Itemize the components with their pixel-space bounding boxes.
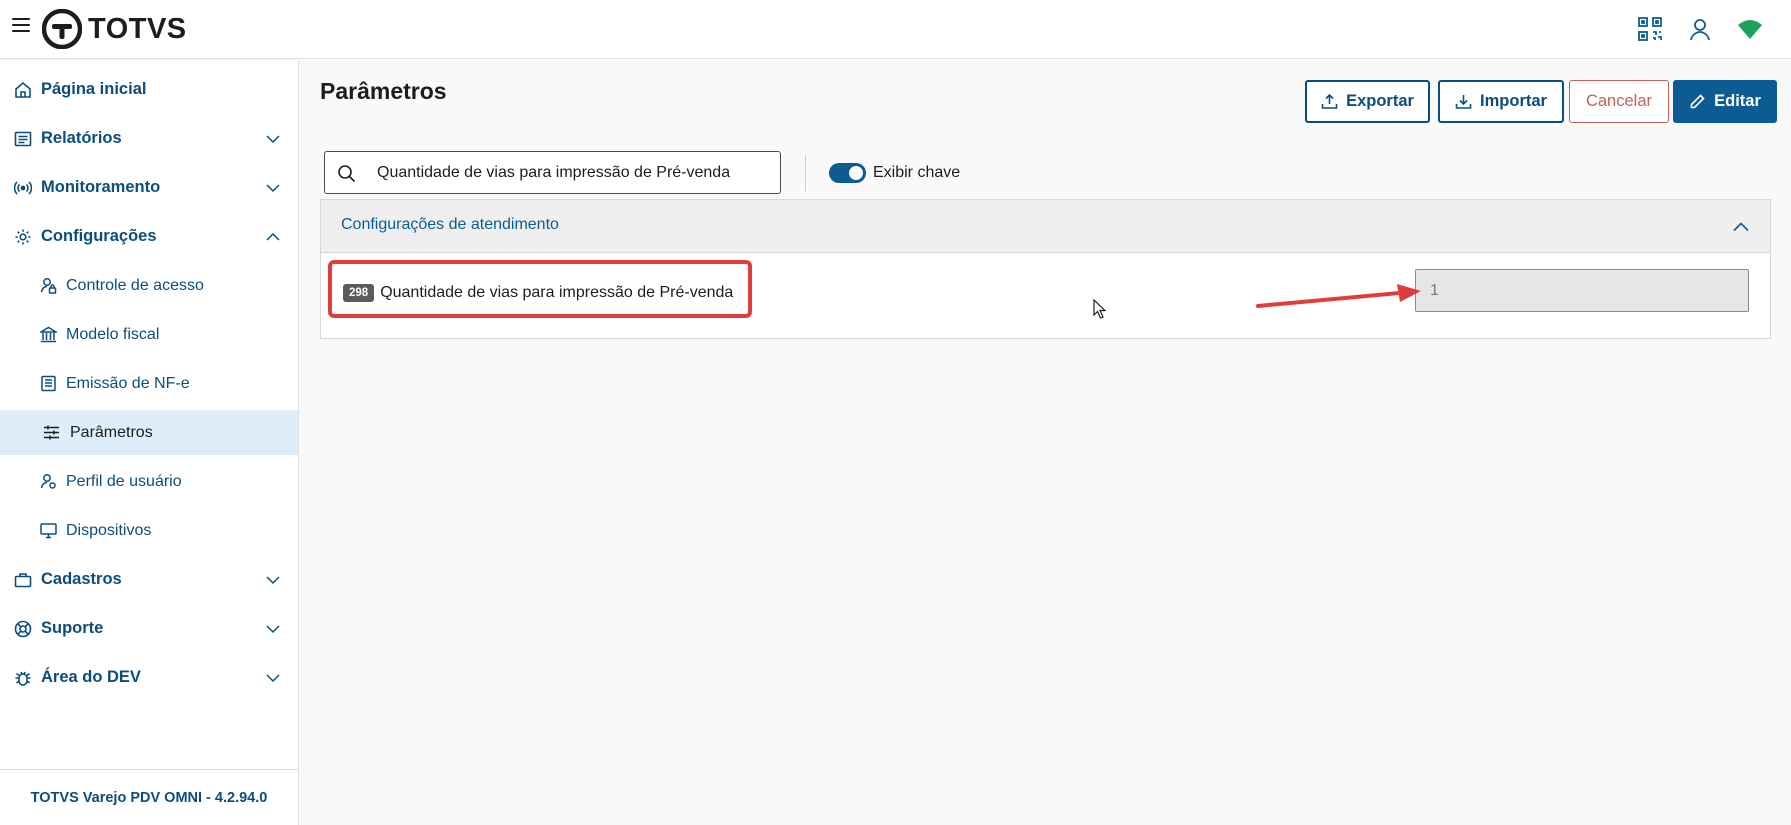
gear-icon	[15, 229, 31, 244]
sidebar-item-parameters[interactable]: Parâmetros	[0, 410, 298, 455]
chevron-down-icon	[266, 624, 280, 633]
edit-button[interactable]: Editar	[1673, 80, 1777, 123]
section-title: Configurações de atendimento	[341, 216, 559, 233]
export-label: Exportar	[1346, 92, 1414, 110]
monitor-icon	[40, 523, 57, 539]
cancel-label: Cancelar	[1585, 92, 1653, 110]
totvs-logo[interactable]: TOTVS	[42, 9, 187, 49]
user-settings-icon	[40, 474, 56, 489]
sidebar-item-reports[interactable]: Relatórios	[0, 116, 298, 161]
upload-icon	[1321, 93, 1338, 109]
wifi-icon[interactable]	[1737, 16, 1763, 42]
search-input[interactable]	[377, 160, 772, 186]
sidebar-item-user-profile[interactable]: Perfil de usuário	[0, 459, 298, 504]
parameter-row: 298 Quantidade de vias para impressão de…	[321, 254, 1770, 338]
sidebar-item-settings[interactable]: Configurações	[0, 214, 298, 259]
sidebar-item-label: Suporte	[41, 619, 104, 637]
page-title: Parâmetros	[320, 78, 447, 104]
sidebar-item-label: Cadastros	[41, 570, 122, 588]
lifebuoy-icon	[14, 620, 32, 637]
parameter-name: Quantidade de vias para impressão de Pré…	[380, 284, 734, 301]
document-icon	[41, 375, 56, 392]
menu-icon[interactable]	[12, 18, 30, 34]
sidebar-item-label: Área do DEV	[41, 668, 141, 686]
sidebar-item-dev-area[interactable]: Área do DEV	[0, 655, 298, 700]
chevron-up-icon	[266, 232, 280, 241]
sidebar-item-nfe-issuance[interactable]: Emissão de NF-e	[0, 361, 298, 406]
sidebar-item-monitoring[interactable]: Monitoramento	[0, 165, 298, 210]
mouse-cursor	[1093, 299, 1107, 319]
user-icon[interactable]	[1687, 16, 1713, 42]
sidebar-item-label: Dispositivos	[66, 521, 152, 539]
sidebar-item-label: Monitoramento	[41, 178, 161, 196]
import-label: Importar	[1480, 92, 1547, 110]
sidebar-item-label: Emissão de NF-e	[66, 374, 190, 392]
sidebar: Página inicial Relatórios Monitoramento …	[0, 60, 299, 825]
download-icon	[1455, 95, 1472, 109]
sidebar-item-label: Relatórios	[41, 129, 122, 147]
import-button[interactable]: Importar	[1438, 80, 1564, 123]
sidebar-item-label: Controle de acesso	[66, 276, 204, 294]
parameter-value-field[interactable]	[1415, 269, 1749, 312]
parameters-section: Configurações de atendimento 298 Quantid…	[320, 199, 1771, 339]
totvs-logo-icon	[42, 9, 82, 49]
chevron-up-icon[interactable]	[1732, 218, 1750, 236]
chevron-down-icon	[266, 575, 280, 584]
report-icon	[14, 131, 32, 146]
top-bar: TOTVS	[0, 0, 1791, 59]
broadcast-icon	[14, 180, 32, 195]
sliders-icon	[44, 425, 59, 440]
sidebar-item-registrations[interactable]: Cadastros	[0, 557, 298, 602]
user-lock-icon	[40, 278, 57, 294]
sidebar-item-label: Página inicial	[41, 80, 147, 98]
sidebar-item-fiscal-model[interactable]: Modelo fiscal	[0, 312, 298, 357]
sidebar-item-label: Parâmetros	[70, 423, 153, 441]
parameter-value-input[interactable]	[1430, 280, 1730, 302]
parameter-id-badge: 298	[343, 284, 375, 302]
divider	[805, 155, 806, 191]
search-field[interactable]	[324, 151, 781, 194]
sidebar-item-label: Configurações	[41, 227, 157, 245]
chevron-down-icon	[266, 183, 280, 192]
annotation-arrow	[1256, 284, 1421, 308]
logo-text: TOTVS	[88, 12, 187, 45]
cancel-button[interactable]: Cancelar	[1569, 80, 1669, 123]
section-header[interactable]: Configurações de atendimento	[321, 200, 1770, 253]
briefcase-icon	[14, 572, 32, 587]
parameter-key: 298 Quantidade de vias para impressão de…	[343, 284, 733, 302]
export-button[interactable]: Exportar	[1305, 80, 1430, 123]
chevron-down-icon	[266, 134, 280, 143]
show-key-label: Exibir chave	[873, 164, 961, 181]
search-icon	[338, 165, 356, 183]
sidebar-item-access-control[interactable]: Controle de acesso	[0, 263, 298, 308]
sidebar-item-devices[interactable]: Dispositivos	[0, 508, 298, 553]
sidebar-item-label: Modelo fiscal	[66, 325, 160, 343]
edit-label: Editar	[1714, 92, 1761, 110]
sidebar-item-support[interactable]: Suporte	[0, 606, 298, 651]
version-text: TOTVS Varejo PDV OMNI - 4.2.94.0	[30, 789, 268, 806]
pencil-icon	[1690, 94, 1705, 109]
chevron-down-icon	[266, 673, 280, 682]
sidebar-item-label: Perfil de usuário	[66, 472, 182, 490]
version-footer: TOTVS Varejo PDV OMNI - 4.2.94.0	[0, 769, 298, 825]
bug-icon	[15, 671, 31, 686]
sidebar-item-home[interactable]: Página inicial	[0, 67, 298, 112]
qr-code-icon[interactable]	[1637, 16, 1663, 42]
bank-icon	[40, 326, 57, 343]
home-icon	[15, 81, 31, 98]
show-key-toggle[interactable]	[829, 163, 866, 183]
